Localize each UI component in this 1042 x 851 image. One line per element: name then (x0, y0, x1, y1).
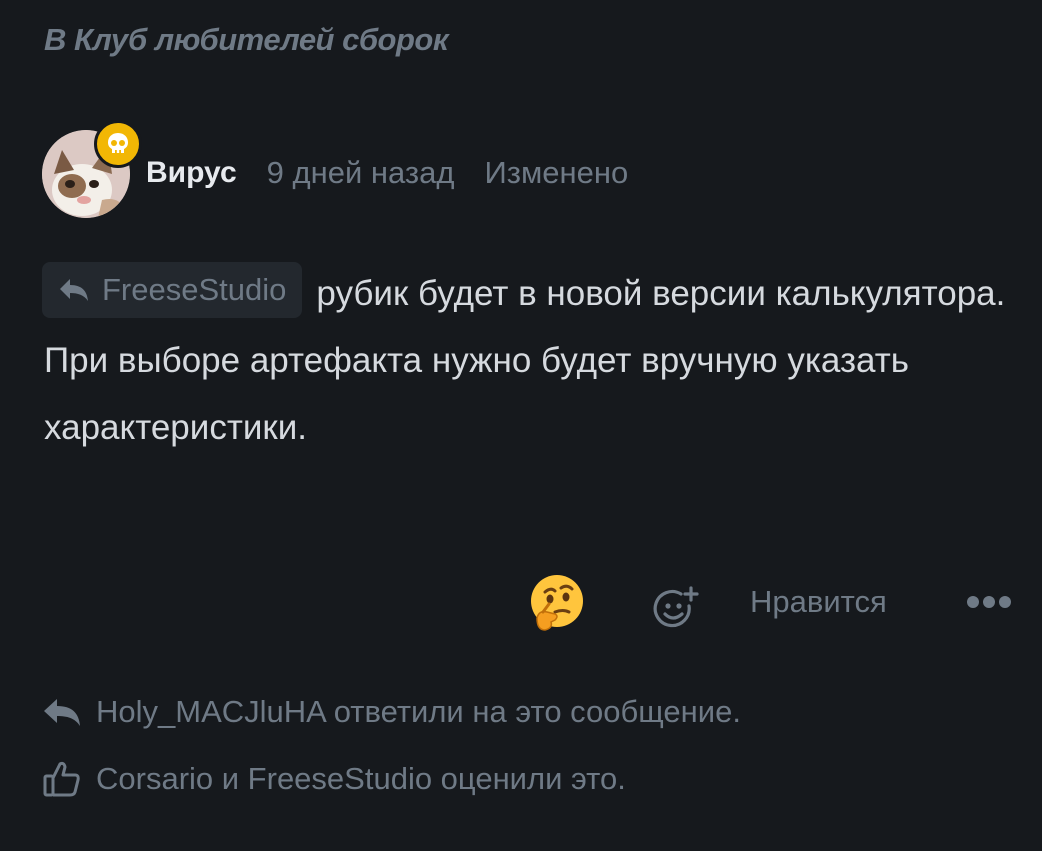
replies-summary-text: Holy_MACJluHA ответили на это сообщение. (96, 694, 741, 729)
post-time: 9 дней назад (266, 155, 455, 190)
thumbs-up-icon (43, 761, 80, 797)
reply-arrow-icon (44, 699, 80, 726)
post-header: Вирус 9 дней назад Изменено (40, 120, 629, 220)
likes-summary-text: Corsario и FreeseStudio оценили это. (96, 761, 626, 796)
replies-summary[interactable]: Holy_MACJluHA ответили на это сообщение. (42, 694, 741, 730)
reply-reference-name: FreeseStudio (102, 272, 287, 308)
thinking-face-emoji[interactable] (527, 574, 587, 634)
skull-icon (94, 120, 142, 168)
message-body: FreeseStudio рубик будет в новой версии … (42, 260, 1034, 461)
edited-label: Изменено (484, 155, 629, 190)
like-button[interactable]: Нравится (750, 584, 887, 620)
reply-arrow-icon (60, 278, 88, 301)
add-emoji-icon[interactable] (653, 586, 701, 634)
likes-summary[interactable]: Corsario и FreeseStudio оценили это. (42, 760, 626, 798)
author-avatar[interactable] (40, 120, 142, 218)
reply-reference-chip[interactable]: FreeseStudio (42, 261, 303, 318)
club-link[interactable]: В Клуб любителей сборок (44, 22, 449, 58)
post-actions: Нравится (0, 572, 1042, 634)
message-line-1: рубик будет в новой версии калькулятора. (316, 274, 1006, 313)
message-line-2: При выборе артефакта нужно будет вручную… (44, 341, 909, 447)
ellipsis-icon[interactable] (966, 594, 1012, 610)
author-name[interactable]: Вирус (146, 156, 237, 190)
post-page: В Клуб любителей сборок Вирус 9 дней наз… (0, 0, 1042, 851)
